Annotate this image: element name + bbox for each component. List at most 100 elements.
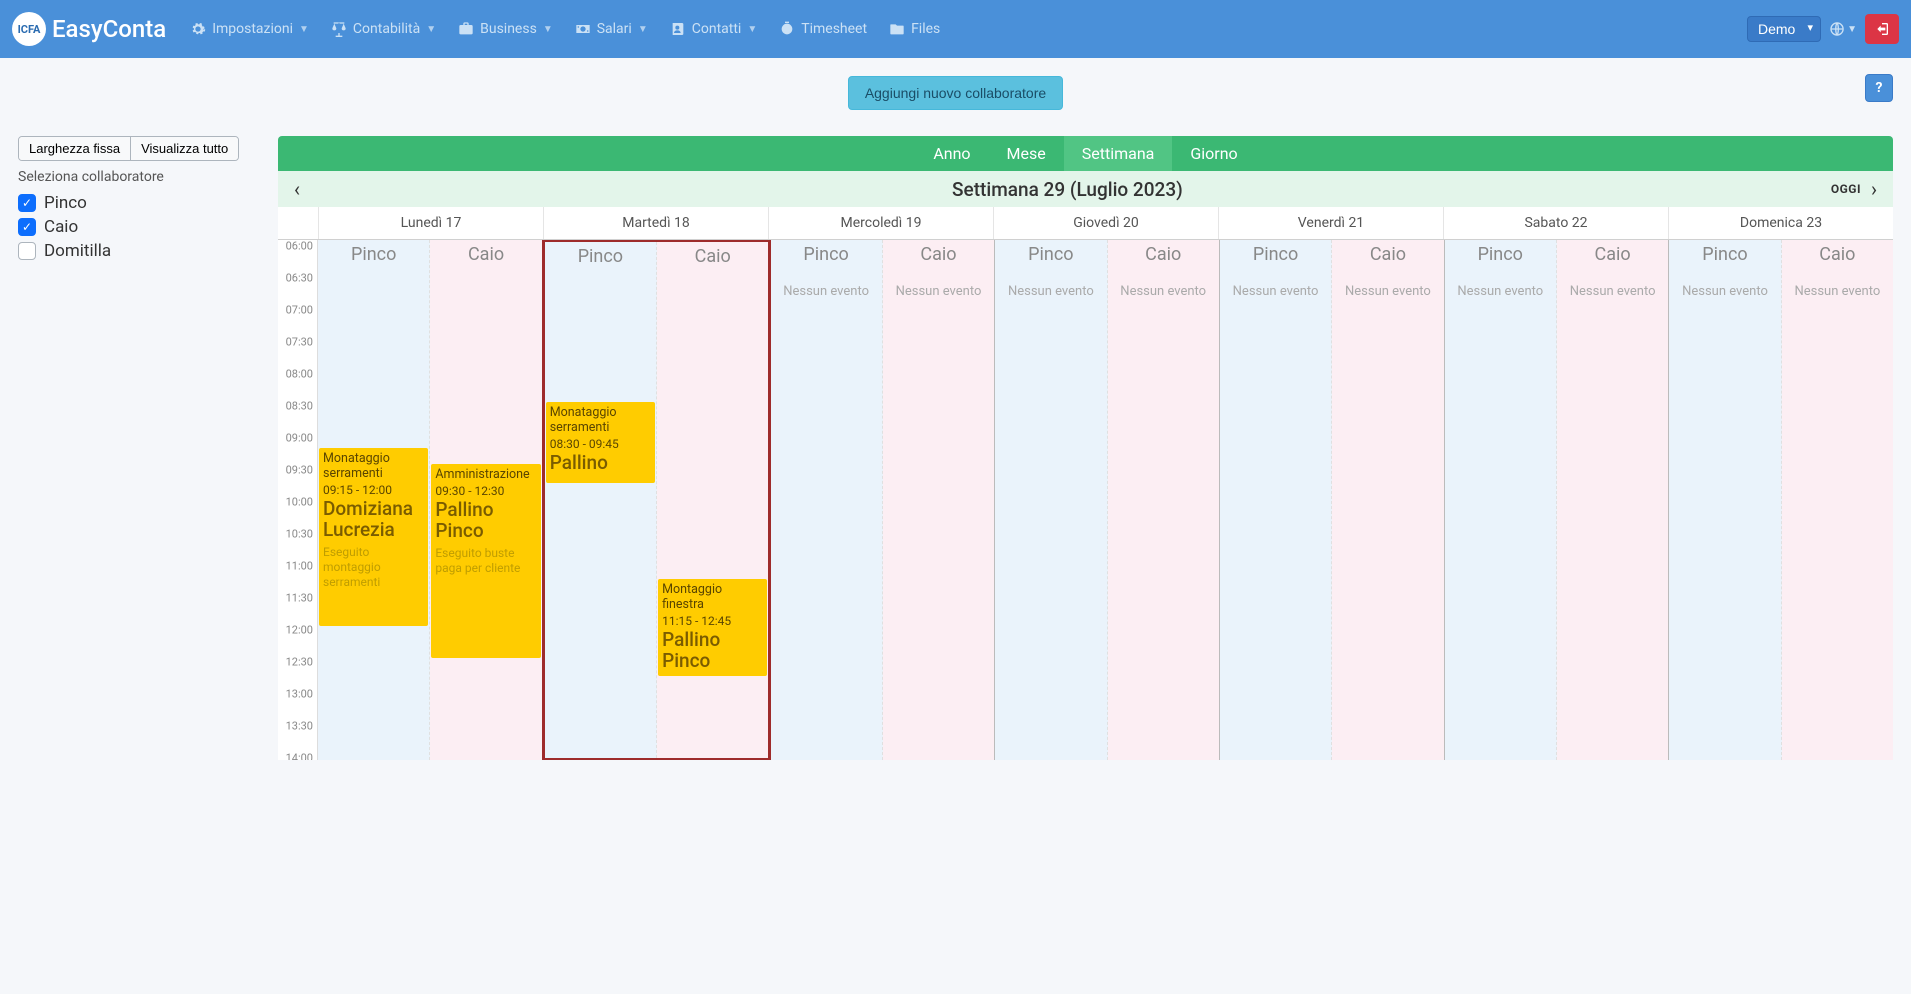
event-person: Domiziana Lucrezia	[323, 499, 424, 541]
folder-icon	[889, 21, 905, 37]
no-event-label: Nessun evento	[1220, 270, 1331, 301]
nav-label: Salari	[597, 21, 632, 37]
subcol-sat-caio[interactable]: Caio Nessun evento	[1557, 240, 1668, 760]
view-tabs: Anno Mese Settimana Giorno	[278, 136, 1893, 171]
show-all-button[interactable]: Visualizza tutto	[131, 137, 238, 160]
subcol-header: Pinco	[1445, 240, 1556, 270]
nav-impostazioni[interactable]: Impostazioni ▼	[180, 13, 319, 45]
chevron-down-icon: ▼	[638, 24, 648, 35]
collaborator-row: Pinco	[18, 193, 258, 213]
event-time: 09:15 - 12:00	[323, 483, 424, 497]
brand[interactable]: ICFA EasyConta	[12, 12, 166, 46]
logout-button[interactable]	[1865, 14, 1899, 44]
subcol-fri-pinco[interactable]: Pinco Nessun evento	[1220, 240, 1332, 760]
event-title: Montaggio finestra	[662, 582, 763, 612]
time-label: 06:00	[286, 240, 313, 253]
demo-select-wrap: Demo	[1747, 16, 1821, 42]
add-collab-wrap: Aggiungi nuovo collaboratore	[0, 58, 1911, 136]
time-label: 09:00	[286, 432, 313, 445]
subcol-wed-caio[interactable]: Caio Nessun evento	[883, 240, 994, 760]
time-label: 11:30	[286, 592, 313, 605]
event-person: Pallino	[550, 453, 651, 474]
day-header: Domenica 23	[1668, 207, 1893, 239]
event-tue-caio[interactable]: Montaggio finestra 11:15 - 12:45 Pallino…	[658, 579, 767, 676]
checkbox-domitilla[interactable]	[18, 242, 36, 260]
time-gutter: 06:0006:3007:0007:3008:0008:3009:0009:30…	[278, 240, 318, 760]
subcol-header: Caio	[430, 240, 541, 270]
subcol-header: Pinco	[995, 240, 1106, 270]
day-col-thu[interactable]: Pinco Nessun evento Caio Nessun evento	[995, 240, 1220, 760]
day-header: Sabato 22	[1443, 207, 1668, 239]
fixed-width-button[interactable]: Larghezza fissa	[19, 137, 131, 160]
nav-salari[interactable]: Salari ▼	[565, 13, 658, 45]
week-nav: ‹ Settimana 29 (Luglio 2023) OGGI ›	[278, 171, 1893, 207]
event-mon-caio[interactable]: Amministrazione 09:30 - 12:30 Pallino Pi…	[431, 464, 540, 658]
day-col-sun[interactable]: Pinco Nessun evento Caio Nessun evento	[1669, 240, 1893, 760]
collaborator-row: Caio	[18, 217, 258, 237]
help-button[interactable]: ?	[1865, 74, 1893, 102]
nav-business[interactable]: Business ▼	[448, 13, 563, 45]
subcol-wed-pinco[interactable]: Pinco Nessun evento	[770, 240, 882, 760]
nav-contatti[interactable]: Contatti ▼	[660, 13, 768, 45]
no-event-label: Nessun evento	[883, 270, 994, 301]
time-label: 06:30	[286, 272, 313, 285]
subcol-fri-caio[interactable]: Caio Nessun evento	[1332, 240, 1443, 760]
day-header: Mercoledì 19	[768, 207, 993, 239]
tab-anno[interactable]: Anno	[915, 136, 988, 171]
event-desc: Eseguito buste paga per cliente	[435, 546, 536, 576]
language-button[interactable]: ▼	[1829, 15, 1857, 43]
subcol-sun-pinco[interactable]: Pinco Nessun evento	[1669, 240, 1781, 760]
chevron-down-icon: ▼	[299, 24, 309, 35]
time-label: 07:30	[286, 336, 313, 349]
nav-label: Contatti	[692, 21, 742, 37]
add-collaborator-button[interactable]: Aggiungi nuovo collaboratore	[848, 76, 1063, 110]
collaborator-row: Domitilla	[18, 241, 258, 261]
subcol-thu-caio[interactable]: Caio Nessun evento	[1108, 240, 1219, 760]
tab-giorno[interactable]: Giorno	[1172, 136, 1255, 171]
subcol-header: Caio	[1557, 240, 1668, 270]
navbar: ICFA EasyConta Impostazioni ▼ Contabilit…	[0, 0, 1911, 58]
subcol-header: Caio	[1332, 240, 1443, 270]
nav-label: Timesheet	[801, 21, 867, 37]
day-col-mon[interactable]: Pinco Monataggio serramenti 09:15 - 12:0…	[318, 240, 543, 760]
tab-mese[interactable]: Mese	[989, 136, 1064, 171]
day-col-fri[interactable]: Pinco Nessun evento Caio Nessun evento	[1220, 240, 1445, 760]
subcol-header: Caio	[1782, 240, 1893, 270]
time-gutter-header	[278, 207, 318, 239]
checkbox-caio[interactable]	[18, 218, 36, 236]
day-header: Martedì 18	[543, 207, 768, 239]
subcol-tue-caio[interactable]: Caio Montaggio finestra 11:15 - 12:45 Pa…	[657, 242, 768, 758]
subcol-tue-pinco[interactable]: Pinco Monataggio serramenti 08:30 - 09:4…	[545, 242, 657, 758]
today-button[interactable]: OGGI	[1831, 182, 1861, 196]
nav-timesheet[interactable]: Timesheet	[769, 13, 877, 45]
subcol-mon-caio[interactable]: Caio Amministrazione 09:30 - 12:30 Palli…	[430, 240, 541, 760]
event-mon-pinco[interactable]: Monataggio serramenti 09:15 - 12:00 Domi…	[319, 448, 428, 626]
demo-select[interactable]: Demo	[1747, 16, 1821, 42]
day-col-wed[interactable]: Pinco Nessun evento Caio Nessun evento	[770, 240, 995, 760]
nav-files[interactable]: Files	[879, 13, 950, 45]
collaborator-name: Pinco	[44, 193, 87, 213]
days-area: Pinco Monataggio serramenti 09:15 - 12:0…	[318, 240, 1893, 760]
subcol-header: Pinco	[318, 240, 429, 270]
chevron-down-icon: ▼	[426, 24, 436, 35]
subcol-thu-pinco[interactable]: Pinco Nessun evento	[995, 240, 1107, 760]
event-tue-pinco[interactable]: Monataggio serramenti 08:30 - 09:45 Pall…	[546, 402, 655, 483]
checkbox-pinco[interactable]	[18, 194, 36, 212]
main: Larghezza fissa Visualizza tutto Selezio…	[0, 136, 1911, 780]
tab-settimana[interactable]: Settimana	[1064, 136, 1173, 171]
subcol-sun-caio[interactable]: Caio Nessun evento	[1782, 240, 1893, 760]
contacts-icon	[670, 21, 686, 37]
globe-icon	[1829, 20, 1845, 38]
subcol-sat-pinco[interactable]: Pinco Nessun evento	[1445, 240, 1557, 760]
no-event-label: Nessun evento	[1332, 270, 1443, 301]
day-header: Lunedì 17	[318, 207, 543, 239]
subcol-mon-pinco[interactable]: Pinco Monataggio serramenti 09:15 - 12:0…	[318, 240, 430, 760]
nav-contabilita[interactable]: Contabilità ▼	[321, 13, 446, 45]
next-week-button[interactable]: ›	[1867, 177, 1881, 201]
prev-week-button[interactable]: ‹	[290, 177, 304, 201]
briefcase-icon	[458, 21, 474, 37]
day-col-tue[interactable]: Pinco Monataggio serramenti 08:30 - 09:4…	[542, 240, 772, 760]
no-event-label: Nessun evento	[1669, 270, 1780, 301]
no-event-label: Nessun evento	[995, 270, 1106, 301]
day-col-sat[interactable]: Pinco Nessun evento Caio Nessun evento	[1445, 240, 1670, 760]
